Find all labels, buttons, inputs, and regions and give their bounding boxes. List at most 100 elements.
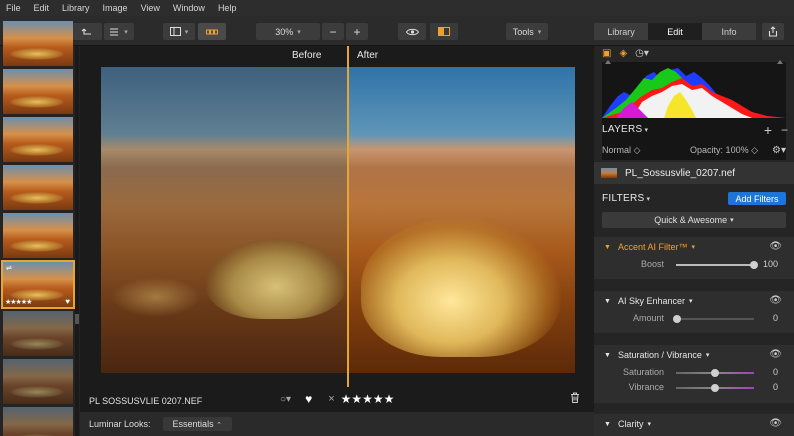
triangle-down-icon: ▼: [604, 297, 611, 305]
layer-item[interactable]: PL_Sossusvlie_0207.nef: [594, 162, 794, 184]
gear-icon[interactable]: ⚙▾: [772, 145, 786, 156]
before-label: Before: [292, 50, 322, 61]
menu-window[interactable]: Window: [173, 3, 205, 13]
slider-track[interactable]: [673, 315, 754, 323]
scrollbar-thumb[interactable]: [75, 314, 79, 324]
slider-knob[interactable]: [711, 369, 719, 377]
filter-accent-ai: ▼ Accent AI Filter™ ▾ 👁 Boost 100: [594, 237, 794, 279]
layers-stack-icon[interactable]: ◈: [619, 48, 627, 59]
slider-value: 100: [762, 259, 778, 269]
eye-icon[interactable]: 👁: [769, 418, 782, 429]
thumbnail[interactable]: [3, 165, 73, 210]
thumbnail[interactable]: [3, 69, 73, 114]
quick-awesome-select[interactable]: Quick & Awesome ▾: [602, 212, 786, 228]
zoom-value: 30%: [275, 26, 294, 37]
blend-mode-select[interactable]: Normal ◇: [602, 145, 640, 156]
color-label-icon[interactable]: ○▾: [280, 394, 291, 405]
filter-clarity: ▼ Clarity ▾ 👁: [594, 414, 794, 436]
menu-view[interactable]: View: [141, 3, 160, 13]
tab-edit[interactable]: Edit: [648, 23, 702, 40]
filter-header[interactable]: ▼ Clarity ▾ 👁: [594, 414, 794, 434]
looks-label: Luminar Looks:: [89, 419, 151, 429]
star-rating[interactable]: ★★★★★: [341, 392, 395, 406]
filter-saturation-vibrance: ▼ Saturation / Vibrance ▾ 👁 Saturation 0…: [594, 345, 794, 403]
thumbnail[interactable]: [3, 117, 73, 162]
filter-name: AI Sky Enhancer: [617, 296, 685, 306]
filters-title: FILTERS: [602, 193, 645, 204]
histogram-icon[interactable]: ▣: [602, 48, 611, 59]
slider-knob[interactable]: [750, 261, 758, 269]
triangle-down-icon: ▼: [604, 420, 611, 428]
zoom-in-button[interactable]: +: [346, 23, 368, 40]
menu-help[interactable]: Help: [218, 3, 237, 13]
back-button[interactable]: [72, 23, 102, 40]
filter-name: Accent AI Filter™: [617, 242, 688, 252]
sidebar-toggle-button[interactable]: ▾: [163, 23, 195, 40]
filmstrip: ⇌ ★★★★★ ♥: [0, 21, 80, 436]
slider-label: Saturation: [622, 367, 664, 377]
image-filename: PL SOSSUSVLIE 0207.NEF: [89, 396, 203, 406]
filmstrip-toggle-button[interactable]: [198, 23, 226, 40]
minus-icon: −: [329, 24, 337, 39]
toolbar: ▾ ▾ ▾ 30%▾ − + Tools▾ Library Edit Info: [0, 16, 794, 46]
list-icon: [110, 28, 119, 35]
filter-header[interactable]: ▼ AI Sky Enhancer ▾ 👁: [594, 291, 794, 311]
add-layer-icon[interactable]: +: [764, 122, 772, 138]
reject-icon[interactable]: ×: [328, 393, 334, 405]
compare-divider[interactable]: [347, 46, 349, 387]
photo[interactable]: [101, 67, 575, 373]
layer-thumbnail: [601, 168, 617, 178]
slider-track[interactable]: [676, 261, 758, 269]
preview-button[interactable]: [398, 23, 426, 40]
history-icon[interactable]: ◷▾: [635, 48, 649, 59]
slider-saturation: Saturation 0: [594, 365, 794, 380]
filter-header[interactable]: ▼ Saturation / Vibrance ▾ 👁: [594, 345, 794, 365]
remove-layer-icon[interactable]: −: [781, 123, 788, 137]
share-button[interactable]: [762, 23, 784, 40]
split-compare-icon: [438, 27, 450, 36]
tab-library[interactable]: Library: [594, 23, 648, 40]
slider-boost: Boost 100: [594, 257, 794, 272]
menu-library[interactable]: Library: [62, 3, 90, 13]
slider-knob[interactable]: [711, 384, 719, 392]
sort-button[interactable]: ▾: [104, 23, 134, 40]
slider-knob[interactable]: [673, 315, 681, 323]
favorite-heart-icon[interactable]: ♥: [305, 392, 312, 406]
filter-ai-sky: ▼ AI Sky Enhancer ▾ 👁 Amount 0: [594, 291, 794, 333]
thumbnail[interactable]: [3, 407, 73, 436]
filter-header[interactable]: ▼ Accent AI Filter™ ▾ 👁: [594, 237, 794, 257]
thumbnail[interactable]: [3, 311, 73, 356]
layer-options: Normal ◇ Opacity: 100% ◇ ⚙▾: [594, 144, 794, 156]
menu-file[interactable]: File: [6, 3, 21, 13]
zoom-out-button[interactable]: −: [322, 23, 344, 40]
eye-icon[interactable]: 👁: [769, 241, 782, 252]
chevron-down-icon[interactable]: ▾: [645, 126, 649, 134]
eye-icon[interactable]: 👁: [769, 349, 782, 360]
rating-bar: ○▾ ♥ × ★★★★★: [280, 392, 394, 406]
filmstrip-icon: [206, 29, 218, 34]
looks-category-select[interactable]: Essentials ⌃: [162, 417, 232, 431]
slider-vibrance: Vibrance 0: [594, 380, 794, 395]
zoom-select[interactable]: 30% ▾: [256, 23, 320, 40]
tab-info[interactable]: Info: [702, 23, 756, 40]
slider-label: Amount: [632, 313, 664, 323]
slider-track[interactable]: [676, 369, 754, 377]
heart-icon: ♥: [65, 297, 70, 306]
tools-menu[interactable]: Tools ▾: [506, 23, 548, 40]
trash-icon[interactable]: [570, 392, 580, 406]
eye-icon[interactable]: 👁: [769, 295, 782, 306]
thumbnail[interactable]: [3, 213, 73, 258]
menu-image[interactable]: Image: [103, 3, 128, 13]
menu-edit[interactable]: Edit: [34, 3, 50, 13]
filmstrip-scrollbar[interactable]: [75, 46, 79, 436]
thumbnail[interactable]: [3, 359, 73, 404]
mode-tabs: Library Edit Info: [594, 23, 756, 40]
chevron-down-icon[interactable]: ▾: [646, 195, 650, 203]
add-filters-button[interactable]: Add Filters: [728, 192, 786, 205]
triangle-down-icon: ▼: [604, 351, 611, 359]
slider-track[interactable]: [676, 384, 754, 392]
opacity-control[interactable]: Opacity: 100% ◇: [690, 145, 758, 156]
thumbnail[interactable]: [3, 21, 73, 66]
compare-button[interactable]: [430, 23, 458, 40]
thumbnail-selected[interactable]: ⇌ ★★★★★ ♥: [1, 260, 75, 309]
